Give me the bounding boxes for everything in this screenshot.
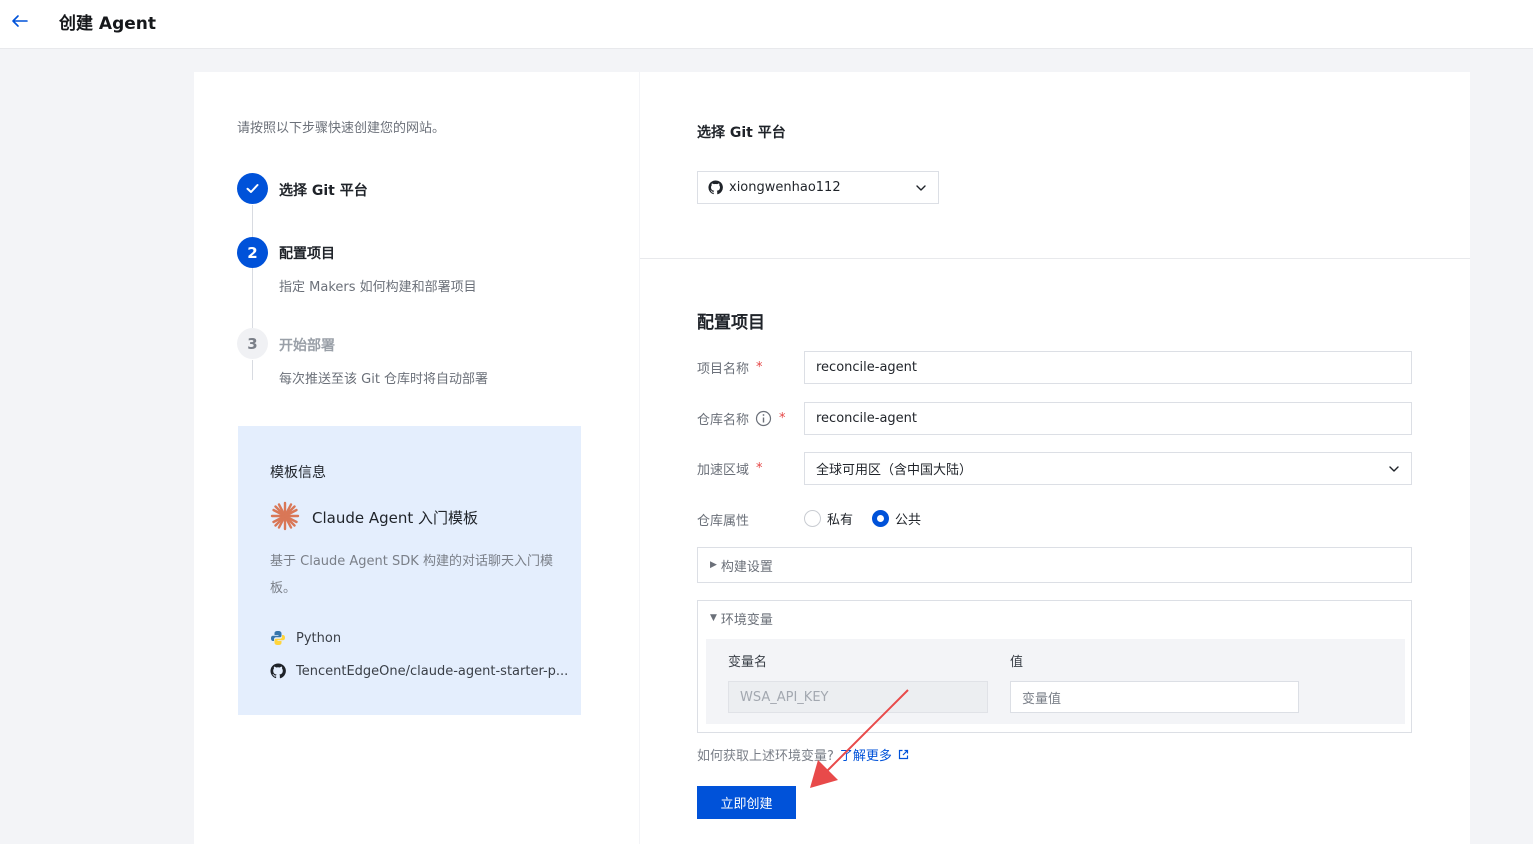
template-description: 基于 Claude Agent SDK 构建的对话聊天入门模板。	[270, 554, 553, 596]
git-account-select[interactable]: xiongwenhao112	[697, 171, 939, 204]
help-question: 如何获取上述环境变量?	[697, 749, 834, 764]
radio-checked-icon	[872, 510, 889, 527]
env-help: 如何获取上述环境变量? 了解更多	[697, 745, 909, 764]
caret-right-icon: ▶	[710, 560, 717, 570]
project-name-value: reconcile-agent	[816, 360, 918, 375]
step-2-number: 2	[237, 237, 268, 268]
project-name-input[interactable]: reconcile-agent	[804, 351, 1412, 384]
repo-name-label: 仓库名称 *	[697, 409, 786, 428]
back-arrow-icon[interactable]	[10, 11, 30, 31]
step-1-check-icon	[237, 173, 268, 204]
git-section-title: 选择 Git 平台	[697, 125, 786, 141]
project-name-label-text: 项目名称	[697, 362, 750, 377]
radio-unchecked-icon	[804, 510, 821, 527]
info-icon[interactable]	[755, 410, 772, 427]
step-1-title: 选择 Git 平台	[279, 183, 368, 199]
chevron-down-icon	[916, 185, 926, 191]
required-mark: *	[756, 461, 763, 476]
config-section-title: 配置项目	[697, 313, 765, 333]
region-label: 加速区域 *	[697, 459, 763, 478]
env-vars-label: 环境变量	[720, 612, 773, 628]
template-repo-label[interactable]: TencentEdgeOne/claude-agent-starter-p...	[296, 664, 568, 679]
template-name: Claude Agent 入门模板	[312, 509, 479, 527]
template-repo[interactable]: TencentEdgeOne/claude-agent-starter-p...	[270, 663, 568, 679]
section-divider	[640, 258, 1470, 259]
build-settings-panel[interactable]: ▶ 构建设置	[697, 547, 1412, 583]
template-language: Python	[270, 630, 341, 646]
env-value-placeholder: 变量值	[1022, 691, 1062, 707]
build-settings-header[interactable]: ▶ 构建设置	[698, 548, 1411, 582]
create-now-button[interactable]: 立即创建	[697, 786, 796, 819]
chevron-down-icon	[1389, 466, 1399, 472]
template-info-card: 模板信息 Claude Agent 入门模板 基于 Claude Agent S…	[238, 426, 581, 715]
radio-private[interactable]: 私有	[804, 509, 853, 528]
build-settings-label: 构建设置	[720, 559, 773, 575]
wizard-intro: 请按照以下步骤快速创建您的网站。	[237, 121, 446, 136]
radio-private-label: 私有	[827, 513, 854, 528]
learn-more-link[interactable]: 了解更多	[840, 745, 909, 764]
repo-name-input[interactable]: reconcile-agent	[804, 402, 1412, 435]
caret-down-icon: ▼	[710, 613, 717, 623]
github-icon	[270, 663, 286, 679]
step-3-desc: 每次推送至该 Git 仓库时将自动部署	[279, 372, 489, 387]
step-3-title: 开始部署	[279, 338, 335, 354]
env-key-value: WSA_API_KEY	[740, 689, 829, 705]
required-mark: *	[779, 411, 786, 426]
region-value: 全球可用区（含中国大陆）	[816, 463, 973, 478]
external-link-icon	[898, 749, 909, 760]
env-vars-panel: ▼ 环境变量 变量名 值 WSA_API_KEY 变量值	[697, 600, 1412, 733]
repo-name-value: reconcile-agent	[816, 411, 918, 426]
env-key-input: WSA_API_KEY	[728, 681, 988, 713]
visibility-label: 仓库属性	[697, 510, 749, 529]
template-heading: 模板信息	[270, 465, 326, 481]
env-value-input[interactable]: 变量值	[1010, 681, 1299, 713]
region-label-text: 加速区域	[697, 463, 750, 478]
config-panel: 选择 Git 平台 xiongwenhao112 配置项目 项目名称 * rec…	[640, 72, 1470, 844]
top-bar: 创建 Agent	[0, 0, 1533, 49]
env-col-name: 变量名	[728, 655, 768, 670]
env-col-value: 值	[1010, 655, 1024, 670]
step-3-number: 3	[237, 328, 268, 359]
step-2-desc: 指定 Makers 如何构建和部署项目	[279, 280, 477, 295]
visibility-label-text: 仓库属性	[697, 514, 750, 529]
step-connector	[252, 268, 253, 328]
git-account-value: xiongwenhao112	[729, 180, 841, 195]
wizard-panel: 请按照以下步骤快速创建您的网站。 选择 Git 平台 2 配置项目 指定 Mak…	[194, 72, 639, 844]
env-vars-table: 变量名 值 WSA_API_KEY 变量值	[706, 639, 1405, 724]
project-name-label: 项目名称 *	[697, 358, 763, 377]
claude-sparkle-icon	[270, 501, 300, 531]
template-language-label: Python	[296, 630, 342, 646]
python-icon	[271, 631, 285, 645]
step-connector	[252, 360, 253, 380]
step-2-title: 配置项目	[279, 246, 335, 262]
required-mark: *	[756, 360, 763, 375]
github-icon	[708, 180, 723, 195]
radio-public-label: 公共	[895, 513, 922, 528]
learn-more-label: 了解更多	[839, 749, 892, 764]
region-select[interactable]: 全球可用区（含中国大陆）	[804, 452, 1412, 485]
radio-public[interactable]: 公共	[872, 509, 921, 528]
repo-name-label-text: 仓库名称	[697, 413, 750, 428]
page-title: 创建 Agent	[59, 14, 157, 34]
env-vars-header[interactable]: ▼ 环境变量	[698, 601, 1411, 635]
step-connector	[252, 205, 253, 239]
